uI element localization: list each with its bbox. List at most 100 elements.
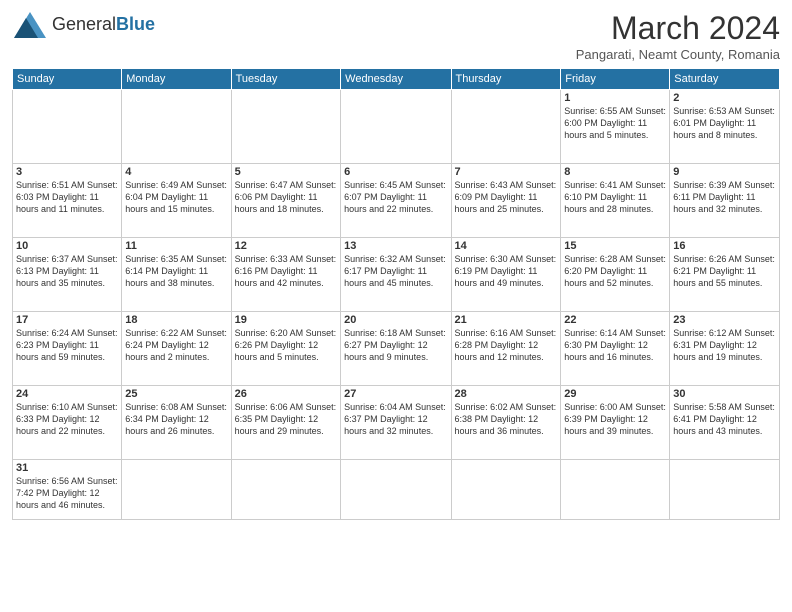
day-number: 22 — [564, 314, 666, 326]
day-number: 20 — [344, 314, 447, 326]
table-row — [561, 460, 670, 520]
table-row: 25Sunrise: 6:08 AM Sunset: 6:34 PM Dayli… — [122, 386, 231, 460]
day-info: Sunrise: 6:14 AM Sunset: 6:30 PM Dayligh… — [564, 327, 666, 363]
title-block: March 2024 Pangarati, Neamt County, Roma… — [576, 10, 780, 62]
day-info: Sunrise: 6:43 AM Sunset: 6:09 PM Dayligh… — [455, 179, 558, 215]
table-row: 13Sunrise: 6:32 AM Sunset: 6:17 PM Dayli… — [341, 238, 451, 312]
day-number: 9 — [673, 166, 776, 178]
table-row: 5Sunrise: 6:47 AM Sunset: 6:06 PM Daylig… — [231, 164, 341, 238]
day-info: Sunrise: 6:41 AM Sunset: 6:10 PM Dayligh… — [564, 179, 666, 215]
table-row: 2Sunrise: 6:53 AM Sunset: 6:01 PM Daylig… — [670, 90, 780, 164]
table-row — [451, 460, 561, 520]
day-number: 5 — [235, 166, 338, 178]
page-header: GeneralBlue March 2024 Pangarati, Neamt … — [12, 10, 780, 62]
table-row: 1Sunrise: 6:55 AM Sunset: 6:00 PM Daylig… — [561, 90, 670, 164]
table-row: 24Sunrise: 6:10 AM Sunset: 6:33 PM Dayli… — [13, 386, 122, 460]
table-row: 28Sunrise: 6:02 AM Sunset: 6:38 PM Dayli… — [451, 386, 561, 460]
day-number: 25 — [125, 388, 227, 400]
day-number: 23 — [673, 314, 776, 326]
col-thursday: Thursday — [451, 69, 561, 90]
calendar-table: Sunday Monday Tuesday Wednesday Thursday… — [12, 68, 780, 520]
table-row: 4Sunrise: 6:49 AM Sunset: 6:04 PM Daylig… — [122, 164, 231, 238]
day-number: 26 — [235, 388, 338, 400]
day-info: Sunrise: 6:56 AM Sunset: 7:42 PM Dayligh… — [16, 475, 118, 511]
day-number: 18 — [125, 314, 227, 326]
col-friday: Friday — [561, 69, 670, 90]
table-row: 30Sunrise: 5:58 AM Sunset: 6:41 PM Dayli… — [670, 386, 780, 460]
day-number: 19 — [235, 314, 338, 326]
table-row: 3Sunrise: 6:51 AM Sunset: 6:03 PM Daylig… — [13, 164, 122, 238]
logo-text: GeneralBlue — [52, 15, 155, 35]
day-info: Sunrise: 5:58 AM Sunset: 6:41 PM Dayligh… — [673, 401, 776, 437]
day-info: Sunrise: 6:18 AM Sunset: 6:27 PM Dayligh… — [344, 327, 447, 363]
day-info: Sunrise: 6:45 AM Sunset: 6:07 PM Dayligh… — [344, 179, 447, 215]
day-info: Sunrise: 6:24 AM Sunset: 6:23 PM Dayligh… — [16, 327, 118, 363]
table-row: 14Sunrise: 6:30 AM Sunset: 6:19 PM Dayli… — [451, 238, 561, 312]
table-row: 26Sunrise: 6:06 AM Sunset: 6:35 PM Dayli… — [231, 386, 341, 460]
day-number: 4 — [125, 166, 227, 178]
day-info: Sunrise: 6:33 AM Sunset: 6:16 PM Dayligh… — [235, 253, 338, 289]
table-row: 15Sunrise: 6:28 AM Sunset: 6:20 PM Dayli… — [561, 238, 670, 312]
day-info: Sunrise: 6:32 AM Sunset: 6:17 PM Dayligh… — [344, 253, 447, 289]
day-number: 1 — [564, 92, 666, 104]
table-row — [231, 460, 341, 520]
col-sunday: Sunday — [13, 69, 122, 90]
col-saturday: Saturday — [670, 69, 780, 90]
col-tuesday: Tuesday — [231, 69, 341, 90]
table-row: 6Sunrise: 6:45 AM Sunset: 6:07 PM Daylig… — [341, 164, 451, 238]
table-row: 22Sunrise: 6:14 AM Sunset: 6:30 PM Dayli… — [561, 312, 670, 386]
day-info: Sunrise: 6:47 AM Sunset: 6:06 PM Dayligh… — [235, 179, 338, 215]
day-info: Sunrise: 6:22 AM Sunset: 6:24 PM Dayligh… — [125, 327, 227, 363]
day-info: Sunrise: 6:06 AM Sunset: 6:35 PM Dayligh… — [235, 401, 338, 437]
table-row — [341, 460, 451, 520]
day-number: 21 — [455, 314, 558, 326]
table-row: 21Sunrise: 6:16 AM Sunset: 6:28 PM Dayli… — [451, 312, 561, 386]
day-info: Sunrise: 6:12 AM Sunset: 6:31 PM Dayligh… — [673, 327, 776, 363]
day-info: Sunrise: 6:02 AM Sunset: 6:38 PM Dayligh… — [455, 401, 558, 437]
table-row: 20Sunrise: 6:18 AM Sunset: 6:27 PM Dayli… — [341, 312, 451, 386]
day-number: 7 — [455, 166, 558, 178]
day-info: Sunrise: 6:53 AM Sunset: 6:01 PM Dayligh… — [673, 105, 776, 141]
day-info: Sunrise: 6:51 AM Sunset: 6:03 PM Dayligh… — [16, 179, 118, 215]
day-info: Sunrise: 6:49 AM Sunset: 6:04 PM Dayligh… — [125, 179, 227, 215]
table-row: 31Sunrise: 6:56 AM Sunset: 7:42 PM Dayli… — [13, 460, 122, 520]
day-info: Sunrise: 6:08 AM Sunset: 6:34 PM Dayligh… — [125, 401, 227, 437]
day-info: Sunrise: 6:26 AM Sunset: 6:21 PM Dayligh… — [673, 253, 776, 289]
table-row: 19Sunrise: 6:20 AM Sunset: 6:26 PM Dayli… — [231, 312, 341, 386]
day-info: Sunrise: 6:10 AM Sunset: 6:33 PM Dayligh… — [16, 401, 118, 437]
day-number: 15 — [564, 240, 666, 252]
table-row — [231, 90, 341, 164]
day-number: 24 — [16, 388, 118, 400]
day-info: Sunrise: 6:28 AM Sunset: 6:20 PM Dayligh… — [564, 253, 666, 289]
table-row: 12Sunrise: 6:33 AM Sunset: 6:16 PM Dayli… — [231, 238, 341, 312]
day-number: 2 — [673, 92, 776, 104]
calendar-header-row: Sunday Monday Tuesday Wednesday Thursday… — [13, 69, 780, 90]
day-number: 8 — [564, 166, 666, 178]
day-info: Sunrise: 6:35 AM Sunset: 6:14 PM Dayligh… — [125, 253, 227, 289]
day-number: 10 — [16, 240, 118, 252]
day-number: 28 — [455, 388, 558, 400]
table-row: 9Sunrise: 6:39 AM Sunset: 6:11 PM Daylig… — [670, 164, 780, 238]
calendar-title: March 2024 — [576, 10, 780, 47]
day-number: 29 — [564, 388, 666, 400]
table-row: 17Sunrise: 6:24 AM Sunset: 6:23 PM Dayli… — [13, 312, 122, 386]
day-number: 30 — [673, 388, 776, 400]
table-row — [122, 460, 231, 520]
day-number: 3 — [16, 166, 118, 178]
day-info: Sunrise: 6:20 AM Sunset: 6:26 PM Dayligh… — [235, 327, 338, 363]
table-row: 29Sunrise: 6:00 AM Sunset: 6:39 PM Dayli… — [561, 386, 670, 460]
table-row — [13, 90, 122, 164]
logo: GeneralBlue — [12, 10, 155, 40]
col-wednesday: Wednesday — [341, 69, 451, 90]
day-info: Sunrise: 6:04 AM Sunset: 6:37 PM Dayligh… — [344, 401, 447, 437]
table-row: 7Sunrise: 6:43 AM Sunset: 6:09 PM Daylig… — [451, 164, 561, 238]
table-row — [451, 90, 561, 164]
table-row: 10Sunrise: 6:37 AM Sunset: 6:13 PM Dayli… — [13, 238, 122, 312]
day-info: Sunrise: 6:16 AM Sunset: 6:28 PM Dayligh… — [455, 327, 558, 363]
day-number: 14 — [455, 240, 558, 252]
table-row: 27Sunrise: 6:04 AM Sunset: 6:37 PM Dayli… — [341, 386, 451, 460]
calendar-location: Pangarati, Neamt County, Romania — [576, 47, 780, 62]
day-info: Sunrise: 6:37 AM Sunset: 6:13 PM Dayligh… — [16, 253, 118, 289]
table-row: 23Sunrise: 6:12 AM Sunset: 6:31 PM Dayli… — [670, 312, 780, 386]
table-row: 11Sunrise: 6:35 AM Sunset: 6:14 PM Dayli… — [122, 238, 231, 312]
